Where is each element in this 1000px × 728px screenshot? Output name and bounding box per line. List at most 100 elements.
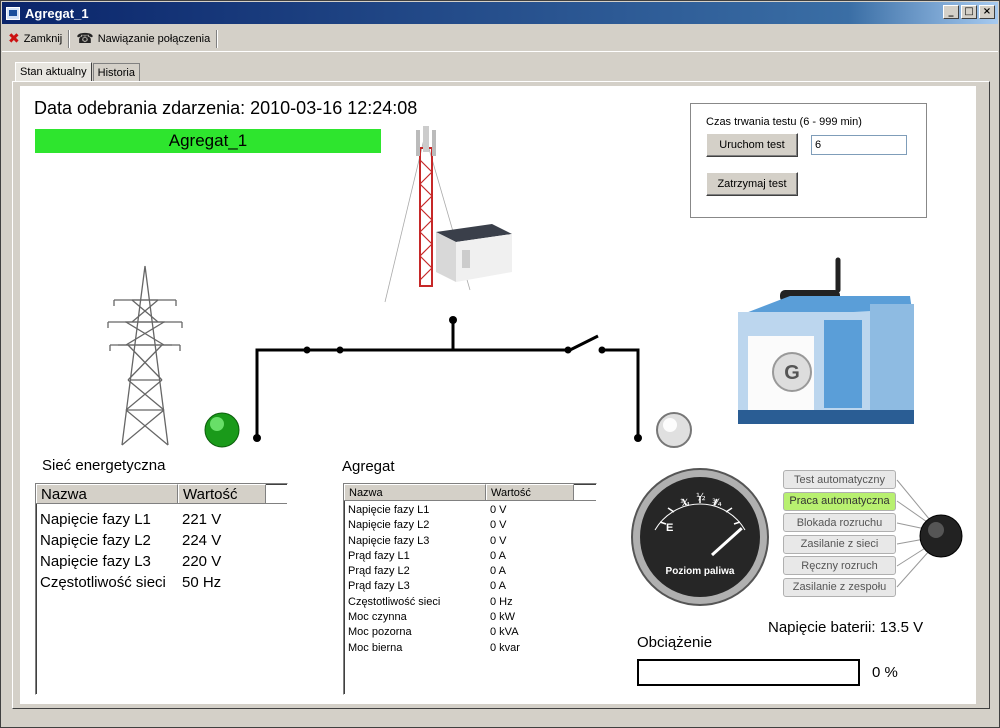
load-title: Obciążenie [637, 634, 713, 651]
generator-row-name: Prąd fazy L3 [348, 580, 410, 593]
event-date: Data odebrania zdarzenia: 2010-03-16 12:… [34, 98, 418, 118]
load-percent: 0 % [872, 664, 898, 681]
close-button[interactable]: ✖ Zamknij [2, 28, 68, 50]
grid-table: Nazwa Wartość Napięcie fazy L1 221 V Napię… [35, 483, 288, 695]
generator-row-name: Moc pozorna [348, 626, 412, 639]
toolbar-separator [216, 29, 219, 48]
grid-status-lamp [204, 412, 240, 448]
grid-row[interactable]: Napięcie fazy L3 220 V [36, 551, 287, 572]
generator-row-name: Napięcie fazy L3 [348, 534, 430, 547]
close-label: Zamknij [23, 32, 63, 45]
connection-nodes [253, 316, 642, 442]
generator-row[interactable]: Prąd fazy L3 0 A [344, 579, 596, 594]
generator-row-value: 0 V [490, 519, 507, 532]
start-test-button[interactable]: Uruchom test [706, 133, 798, 157]
generator-row-name: Napięcie fazy L1 [348, 504, 430, 516]
tab-history[interactable]: Historia [92, 63, 140, 83]
test-duration-label: Czas trwania testu (6 - 999 min) [706, 116, 862, 128]
gauge-half-label: ½ [696, 491, 706, 503]
generator-row-value: 0 kW [490, 611, 516, 624]
mode-button[interactable]: Test automatyczny [783, 470, 896, 489]
grid-col-name[interactable]: Nazwa [36, 484, 178, 503]
grid-row-name: Napięcie fazy L2 [40, 532, 151, 549]
generator-row[interactable]: Napięcie fazy L1 0 V [344, 503, 596, 518]
close-window-button[interactable]: × [979, 5, 995, 19]
grid-row[interactable]: Częstotliwość sieci 50 Hz [36, 572, 287, 593]
generator-table-header: Nazwa Wartość [344, 484, 596, 501]
grid-col-value[interactable]: Wartość [178, 484, 266, 503]
mode-button[interactable]: Zasilanie z zespołu [783, 577, 896, 597]
battery-voltage: Napięcie baterii: 13.5 V [768, 619, 924, 636]
window-title: Agregat_1 [25, 5, 89, 21]
close-icon: ✖ [8, 30, 20, 47]
power-tower-icon [107, 265, 183, 446]
connect-label: Nawiązanie połączenia [97, 32, 211, 45]
stop-test-button[interactable]: Zatrzymaj test [706, 172, 798, 196]
generator-row[interactable]: Moc pozorna 0 kVA [344, 625, 596, 640]
grid-row-name: Częstotliwość sieci [40, 574, 166, 591]
app-icon [6, 6, 20, 20]
gauge-label: Poziom paliwa [666, 566, 735, 577]
generator-row-value: 0 Hz [490, 595, 513, 608]
generator-row[interactable]: Moc bierna 0 kvar [344, 641, 596, 656]
maximize-button[interactable]: □ [961, 5, 977, 19]
generator-row-value: 0 A [490, 549, 506, 562]
phone-icon: ☎ [76, 30, 94, 47]
grid-row-value: 220 V [182, 553, 222, 570]
generator-row[interactable]: Częstotliwość sieci 0 Hz [344, 595, 596, 610]
minimize-button[interactable]: _ [943, 5, 959, 19]
gauge-quarter-label: ¼ [680, 497, 690, 509]
grid-row-name: Napięcie fazy L1 [40, 511, 151, 528]
connection-line [255, 320, 640, 438]
test-duration-input[interactable] [811, 135, 907, 155]
mode-button[interactable]: Blokada rozruchu [783, 513, 896, 532]
toolbar: ✖ Zamknij ☎ Nawiązanie połączenia [2, 26, 998, 52]
load-progress-bar [637, 659, 860, 686]
mode-button[interactable]: Zasilanie z sieci [783, 534, 896, 554]
tab-bar: Stan aktualny Historia [15, 61, 141, 84]
connect-button[interactable]: ☎ Nawiązanie połączenia [70, 28, 216, 50]
title-bar: Agregat_1 _ □ × [2, 2, 998, 24]
telecom-tower-icon [384, 126, 512, 303]
gauge-empty-label: E [666, 522, 673, 534]
grid-table-header: Nazwa Wartość [36, 484, 287, 504]
gauge-three-quarter-label: ¾ [712, 498, 722, 509]
grid-section-title: Sieć energetyczna [42, 457, 166, 474]
generator-col-value[interactable]: Wartość [486, 484, 574, 500]
fuel-gauge: E ¼ ½ ¾ Poziom paliwa [631, 468, 769, 606]
generator-row-name: Częstotliwość sieci [348, 595, 441, 608]
generator-table-body: Napięcie fazy L1 0 V Napięcie fazy L2 0 V Na… [344, 501, 596, 656]
generator-row-name: Prąd fazy L1 [348, 549, 410, 562]
generator-row-value: 0 kvar [490, 641, 520, 654]
generator-table: Nazwa Wartość Napięcie fazy L1 0 V Napięci… [343, 483, 597, 695]
grid-row-value: 224 V [182, 532, 222, 549]
generator-row[interactable]: Napięcie fazy L3 0 V [344, 534, 596, 549]
generator-status-lamp [656, 412, 692, 448]
generator-row-value: 0 V [490, 504, 507, 516]
mode-button[interactable]: Ręczny rozruch [783, 556, 896, 575]
generator-row[interactable]: Moc czynna 0 kW [344, 610, 596, 625]
generator-row-name: Moc bierna [348, 641, 403, 654]
generator-row-name: Napięcie fazy L2 [348, 519, 430, 532]
generator-col-name[interactable]: Nazwa [344, 484, 486, 500]
generator-section-title: Agregat [342, 458, 395, 475]
generator-row[interactable]: Prąd fazy L1 0 A [344, 549, 596, 564]
unit-name-banner: Agregat_1 [35, 129, 381, 153]
generator-row-value: 0 kVA [490, 626, 519, 639]
grid-row[interactable]: Napięcie fazy L1 221 V [36, 509, 287, 530]
grid-row-name: Napięcie fazy L3 [40, 553, 151, 570]
mode-button[interactable]: Praca automatyczna [783, 491, 896, 511]
generator-row-name: Moc czynna [348, 611, 407, 624]
generator-row[interactable]: Napięcie fazy L2 0 V [344, 518, 596, 533]
generator-row-name: Prąd fazy L2 [348, 565, 410, 578]
generator-row-value: 0 A [490, 565, 506, 578]
grid-row-value: 221 V [182, 511, 222, 528]
generator-icon: G [738, 257, 914, 424]
generator-logo-letter: G [784, 362, 800, 384]
grid-row[interactable]: Napięcie fazy L2 224 V [36, 530, 287, 551]
generator-row[interactable]: Prąd fazy L2 0 A [344, 564, 596, 579]
mode-selector-knob[interactable] [896, 479, 963, 588]
grid-row-value: 50 Hz [182, 574, 222, 591]
generator-row-value: 0 A [490, 580, 506, 593]
grid-table-body: Napięcie fazy L1 221 V Napięcie fazy L2 224… [36, 504, 287, 593]
